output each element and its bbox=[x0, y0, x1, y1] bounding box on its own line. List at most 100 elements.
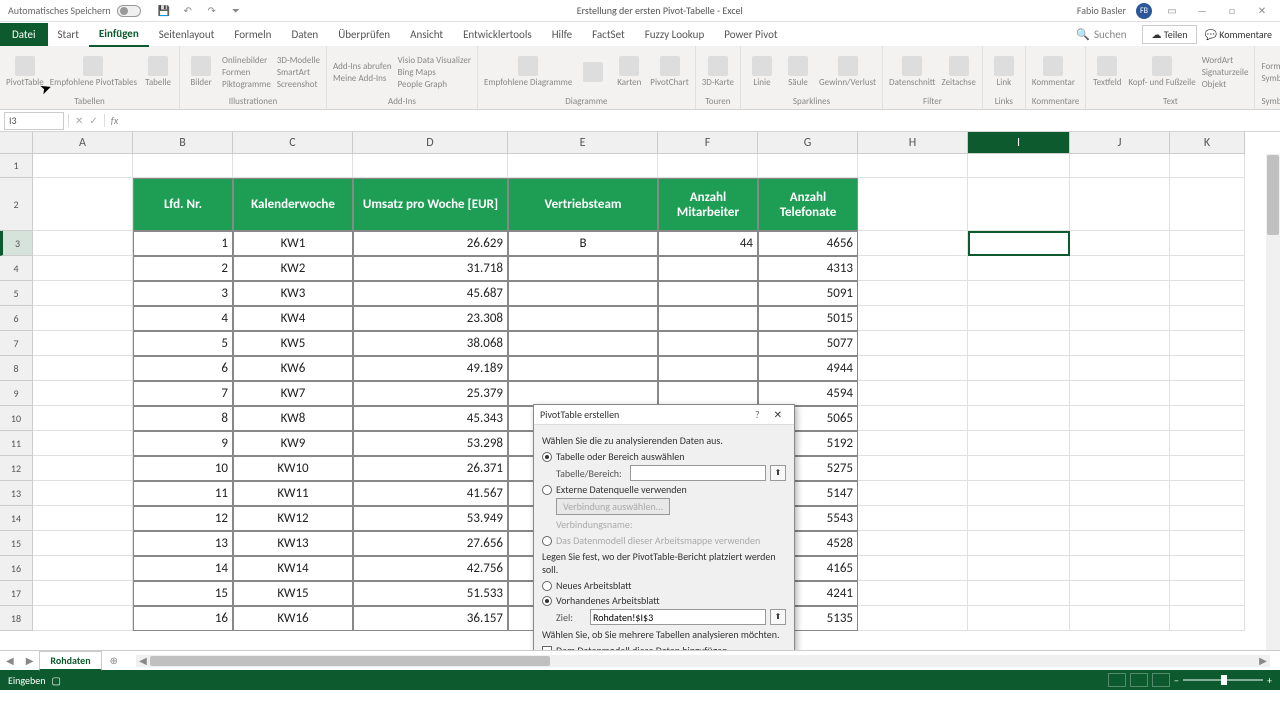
ribbon-cmd[interactable]: Onlinebilder bbox=[222, 55, 271, 66]
cell-ma[interactable]: 44 bbox=[658, 231, 758, 256]
dialog-help-icon[interactable]: ? bbox=[747, 408, 768, 421]
accept-formula-icon[interactable]: ✓ bbox=[89, 114, 97, 127]
ribbon-cmd[interactable]: Piktogramme bbox=[222, 79, 271, 90]
ribbon-cmd[interactable]: Visio Data Visualizer bbox=[398, 55, 471, 66]
row-head-16[interactable]: 16 bbox=[0, 556, 33, 581]
cell-lfd[interactable]: 9 bbox=[133, 431, 233, 456]
cell-umsatz[interactable]: 26.371 bbox=[353, 456, 508, 481]
tab-factset[interactable]: FactSet bbox=[582, 23, 635, 46]
tab-überprüfen[interactable]: Überprüfen bbox=[328, 23, 400, 46]
ribbon-cmd[interactable]: Objekt bbox=[1202, 79, 1249, 90]
row-head-10[interactable]: 10 bbox=[0, 406, 33, 431]
col-head-H[interactable]: H bbox=[858, 132, 968, 154]
ribbon-cmd[interactable]: WordArt bbox=[1202, 55, 1249, 66]
cell-lfd[interactable]: 1 bbox=[133, 231, 233, 256]
cell-umsatz[interactable]: 38.068 bbox=[353, 331, 508, 356]
range-input[interactable] bbox=[630, 465, 766, 481]
tab-seitenlayout[interactable]: Seitenlayout bbox=[149, 23, 225, 46]
cell-lfd[interactable]: 15 bbox=[133, 581, 233, 606]
check-add-to-datamodel[interactable]: Dem Datenmodell diese Daten hinzufügen bbox=[542, 644, 786, 650]
ribbon-cmd[interactable]: Kommentar bbox=[1032, 56, 1075, 88]
cell-i12[interactable] bbox=[968, 456, 1070, 481]
ribbon-cmd[interactable]: Meine Add-Ins bbox=[333, 73, 392, 84]
cell-kw[interactable]: KW16 bbox=[233, 606, 353, 631]
cell-team[interactable] bbox=[508, 356, 658, 381]
sheet-nav-next-icon[interactable]: ▶ bbox=[20, 654, 40, 667]
ribbon-cmd[interactable]: People Graph bbox=[398, 79, 471, 90]
cell-tel[interactable]: 5091 bbox=[758, 281, 858, 306]
cell-umsatz[interactable]: 27.656 bbox=[353, 531, 508, 556]
row-head-5[interactable]: 5 bbox=[0, 281, 33, 306]
ribbon-cmd[interactable]: Bilder bbox=[186, 56, 216, 88]
row-head-9[interactable]: 9 bbox=[0, 381, 33, 406]
cell-lfd[interactable]: 8 bbox=[133, 406, 233, 431]
ribbon-cmd[interactable]: Symbol bbox=[1261, 73, 1280, 84]
zoom-out-icon[interactable]: − bbox=[1174, 674, 1179, 687]
cell-kw[interactable]: KW7 bbox=[233, 381, 353, 406]
cell-kw[interactable]: KW1 bbox=[233, 231, 353, 256]
save-icon[interactable]: 💾 bbox=[157, 4, 171, 18]
radio-existing-sheet[interactable]: Vorhandenes Arbeitsblatt bbox=[542, 594, 786, 607]
row-head-6[interactable]: 6 bbox=[0, 306, 33, 331]
ziel-picker-icon[interactable]: ⬆ bbox=[770, 609, 786, 625]
cell-tel[interactable]: 4656 bbox=[758, 231, 858, 256]
close-icon[interactable]: ✕ bbox=[1252, 4, 1272, 17]
cell-i5[interactable] bbox=[968, 281, 1070, 306]
cell-i3[interactable] bbox=[968, 231, 1070, 256]
zoom-in-icon[interactable]: + bbox=[1267, 674, 1272, 687]
th-lfdnr[interactable]: Lfd. Nr. bbox=[133, 178, 233, 231]
cell-tel[interactable]: 5015 bbox=[758, 306, 858, 331]
cell-lfd[interactable]: 6 bbox=[133, 356, 233, 381]
tab-ansicht[interactable]: Ansicht bbox=[400, 23, 453, 46]
radio-new-sheet[interactable]: Neues Arbeitsblatt bbox=[542, 579, 786, 592]
ribbon-cmd[interactable]: Tabelle bbox=[143, 56, 173, 88]
ribbon-cmd[interactable]: Gewinn/Verlust bbox=[819, 56, 876, 88]
cell-tel[interactable]: 4594 bbox=[758, 381, 858, 406]
macro-record-icon[interactable]: ▢ bbox=[52, 674, 61, 687]
cell-kw[interactable]: KW9 bbox=[233, 431, 353, 456]
cell-lfd[interactable]: 16 bbox=[133, 606, 233, 631]
ribbon-cmd[interactable]: Kopf- und Fußzeile bbox=[1128, 56, 1195, 88]
tab-fuzzy-lookup[interactable]: Fuzzy Lookup bbox=[635, 23, 715, 46]
cell-umsatz[interactable]: 31.718 bbox=[353, 256, 508, 281]
row-head-8[interactable]: 8 bbox=[0, 356, 33, 381]
cell-ma[interactable] bbox=[658, 331, 758, 356]
cell-lfd[interactable]: 13 bbox=[133, 531, 233, 556]
cell-lfd[interactable]: 11 bbox=[133, 481, 233, 506]
col-head-A[interactable]: A bbox=[33, 132, 133, 154]
vertical-scrollbar[interactable] bbox=[1266, 154, 1280, 650]
cell-lfd[interactable]: 2 bbox=[133, 256, 233, 281]
radio-external-source[interactable]: Externe Datenquelle verwenden bbox=[542, 483, 786, 496]
cell-i6[interactable] bbox=[968, 306, 1070, 331]
search-area[interactable]: 🔍 Suchen bbox=[1076, 28, 1134, 41]
cell-kw[interactable]: KW10 bbox=[233, 456, 353, 481]
cell-team[interactable] bbox=[508, 281, 658, 306]
view-pagebreak-icon[interactable] bbox=[1152, 673, 1170, 687]
row-head-17[interactable]: 17 bbox=[0, 581, 33, 606]
col-head-F[interactable]: F bbox=[658, 132, 758, 154]
cell-umsatz[interactable]: 36.157 bbox=[353, 606, 508, 631]
cell-lfd[interactable]: 3 bbox=[133, 281, 233, 306]
cell-team[interactable] bbox=[508, 256, 658, 281]
ribbon-cmd[interactable]: Screenshot bbox=[277, 79, 320, 90]
row-head-12[interactable]: 12 bbox=[0, 456, 33, 481]
cell-i11[interactable] bbox=[968, 431, 1070, 456]
view-normal-icon[interactable] bbox=[1108, 673, 1126, 687]
cell-kw[interactable]: KW4 bbox=[233, 306, 353, 331]
ribbon-cmd[interactable]: Add-Ins abrufen bbox=[333, 61, 392, 72]
col-head-B[interactable]: B bbox=[133, 132, 233, 154]
name-box[interactable]: I3 bbox=[4, 112, 64, 130]
cell-i16[interactable] bbox=[968, 556, 1070, 581]
ribbon-cmd[interactable]: Linie bbox=[747, 56, 777, 88]
cell-lfd[interactable]: 5 bbox=[133, 331, 233, 356]
ribbon-cmd[interactable]: Link bbox=[989, 56, 1019, 88]
ribbon-options-icon[interactable]: ▭ bbox=[1162, 4, 1182, 17]
cell-kw[interactable]: KW11 bbox=[233, 481, 353, 506]
select-all-corner[interactable] bbox=[0, 132, 33, 154]
cell-ma[interactable] bbox=[658, 381, 758, 406]
cell-umsatz[interactable]: 26.629 bbox=[353, 231, 508, 256]
cell-i17[interactable] bbox=[968, 581, 1070, 606]
tab-datei[interactable]: Datei bbox=[0, 23, 48, 46]
cell-kw[interactable]: KW3 bbox=[233, 281, 353, 306]
th-team[interactable]: Vertriebsteam bbox=[508, 178, 658, 231]
